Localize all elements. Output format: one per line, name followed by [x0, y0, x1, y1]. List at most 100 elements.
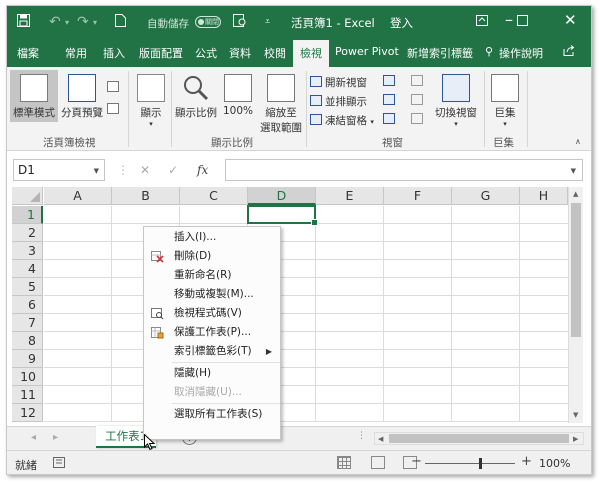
tab-home[interactable]: 常用 [65, 45, 87, 61]
zoom-100-button[interactable]: 100% [221, 70, 255, 130]
menu-item-insert[interactable]: 插入(I)... [144, 228, 280, 247]
tab-tell-me[interactable]: 操作說明 [499, 45, 543, 61]
collapse-ribbon-icon[interactable]: ∧ [575, 137, 581, 146]
row-header-3[interactable]: 3 [12, 242, 43, 260]
row-header-11[interactable]: 11 [12, 386, 43, 404]
tab-file[interactable]: 檔案 [17, 45, 39, 61]
horizontal-scrollbar[interactable]: ◀ ▶ [374, 432, 584, 445]
hide-window-icon[interactable] [383, 94, 398, 107]
tab-new-tab[interactable]: 新增索引標籤 [407, 45, 473, 61]
close-icon[interactable]: ✕ [564, 11, 577, 29]
redo-icon[interactable]: ↷ [77, 14, 89, 30]
prev-sheet-icon[interactable]: ◂ [31, 432, 36, 443]
row-header-4[interactable]: 4 [12, 260, 43, 278]
name-box[interactable]: D1 ▼ [13, 159, 105, 181]
tab-view[interactable]: 檢視 [293, 40, 329, 67]
vertical-scrollbar[interactable]: ▲ ▼ [568, 187, 583, 423]
page-layout-status-icon[interactable] [371, 456, 385, 469]
insert-function-icon[interactable]: fx [197, 163, 208, 177]
row-header-7[interactable]: 7 [12, 314, 43, 332]
zoom-to-selection-button[interactable]: 縮放至 選取範圍 [257, 70, 305, 134]
row-header-1[interactable]: 1 [12, 206, 43, 224]
menu-item-delete[interactable]: 刪除(D) [144, 247, 280, 266]
column-header-g[interactable]: G [452, 187, 520, 205]
chevron-down-icon[interactable]: ▼ [571, 167, 576, 175]
undo-dropdown-icon[interactable]: ▾ [65, 18, 69, 27]
save-icon[interactable] [17, 14, 30, 31]
zoom-out-icon[interactable]: − [411, 454, 422, 469]
switch-windows-button[interactable]: 切換視窗 ▾ [431, 70, 481, 130]
zoom-slider[interactable] [425, 463, 515, 464]
new-file-icon[interactable] [115, 14, 126, 31]
horizontal-scroll-thumb[interactable] [389, 434, 569, 443]
row-header-5[interactable]: 5 [12, 278, 43, 296]
tab-data[interactable]: 資料 [229, 45, 251, 61]
scroll-right-icon[interactable]: ▶ [573, 435, 578, 443]
unhide-window-icon[interactable] [383, 113, 398, 126]
active-cell-d1[interactable] [247, 205, 318, 226]
menu-item-view-code[interactable]: 檢視程式碼(V) [144, 304, 280, 323]
freeze-panes-button[interactable]: 凍結窗格 ▾ [310, 113, 374, 128]
zoom-in-icon[interactable]: + [521, 454, 532, 469]
tab-split-handle[interactable]: ⋮ [357, 431, 366, 441]
reset-window-position-icon[interactable] [411, 113, 426, 126]
select-all-button[interactable] [12, 187, 43, 205]
minimize-icon[interactable]: – [505, 10, 513, 29]
row-header-10[interactable]: 10 [12, 368, 43, 386]
menu-item-move-copy[interactable]: 移動或複製(M)... [144, 285, 280, 304]
scroll-left-icon[interactable]: ◀ [378, 435, 383, 443]
split-icon[interactable] [383, 75, 398, 88]
tab-formulas[interactable]: 公式 [195, 45, 217, 61]
row-header-8[interactable]: 8 [12, 332, 43, 350]
enter-icon[interactable]: ✓ [168, 163, 178, 177]
column-header-d[interactable]: D [248, 187, 316, 205]
column-header-c[interactable]: C [180, 187, 248, 205]
undo-icon[interactable]: ↶ [49, 14, 61, 30]
menu-item-protect-sheet[interactable]: 保護工作表(P)... [144, 323, 280, 342]
customize-qat-icon[interactable]: ⩡ [265, 17, 270, 27]
ribbon-display-options-icon[interactable] [476, 14, 488, 30]
redo-dropdown-icon[interactable]: ▾ [93, 18, 97, 27]
tell-me-icon[interactable]: ⚲ [485, 45, 493, 58]
new-window-button[interactable]: 開新視窗 [310, 75, 367, 90]
row-header-12[interactable]: 12 [12, 404, 43, 422]
menu-item-tab-color[interactable]: 索引標籤色彩(T) ▶ [144, 342, 280, 361]
share-icon[interactable] [563, 45, 575, 59]
column-header-e[interactable]: E [316, 187, 384, 205]
tab-power-pivot[interactable]: Power Pivot [335, 45, 399, 58]
view-side-by-side-icon[interactable] [411, 75, 426, 88]
login-button[interactable]: 登入 [390, 15, 413, 31]
formula-input[interactable]: ▼ [225, 159, 583, 181]
arrange-all-button[interactable]: 並排顯示 [310, 94, 367, 109]
show-button[interactable]: 顯示 ▾ [133, 70, 169, 130]
zoom-button[interactable]: 顯示比例 [173, 70, 219, 130]
page-layout-view-icon[interactable] [107, 81, 122, 94]
tab-page-layout[interactable]: 版面配置 [139, 45, 183, 61]
normal-view-status-icon[interactable] [337, 456, 351, 469]
print-preview-icon[interactable] [233, 14, 247, 31]
row-header-2[interactable]: 2 [12, 224, 43, 242]
tab-insert[interactable]: 插入 [103, 45, 125, 61]
row-header-9[interactable]: 9 [12, 350, 43, 368]
scroll-up-icon[interactable]: ▲ [573, 190, 578, 198]
autosave-toggle[interactable]: 關閉 [195, 16, 221, 28]
tab-review[interactable]: 校閱 [264, 45, 286, 61]
next-sheet-icon[interactable]: ▸ [53, 432, 58, 443]
row-header-6[interactable]: 6 [12, 296, 43, 314]
macro-record-icon[interactable] [53, 457, 65, 471]
macros-button[interactable]: 巨集 ▾ [487, 70, 523, 130]
column-header-b[interactable]: B [112, 187, 180, 205]
menu-item-hide[interactable]: 隱藏(H) [144, 364, 280, 383]
menu-item-rename[interactable]: 重新命名(R) [144, 266, 280, 285]
zoom-slider-knob[interactable] [479, 458, 482, 469]
column-header-h[interactable]: H [520, 187, 568, 205]
chevron-down-icon[interactable]: ▼ [94, 167, 99, 175]
cancel-icon[interactable]: ✕ [140, 163, 150, 177]
normal-view-button[interactable]: 標準模式 [10, 70, 58, 122]
column-header-a[interactable]: A [44, 187, 112, 205]
scroll-down-icon[interactable]: ▼ [573, 411, 578, 419]
column-header-f[interactable]: F [384, 187, 452, 205]
cell-area[interactable] [44, 206, 568, 422]
maximize-icon[interactable] [517, 14, 528, 30]
sync-scroll-icon[interactable] [411, 94, 426, 107]
